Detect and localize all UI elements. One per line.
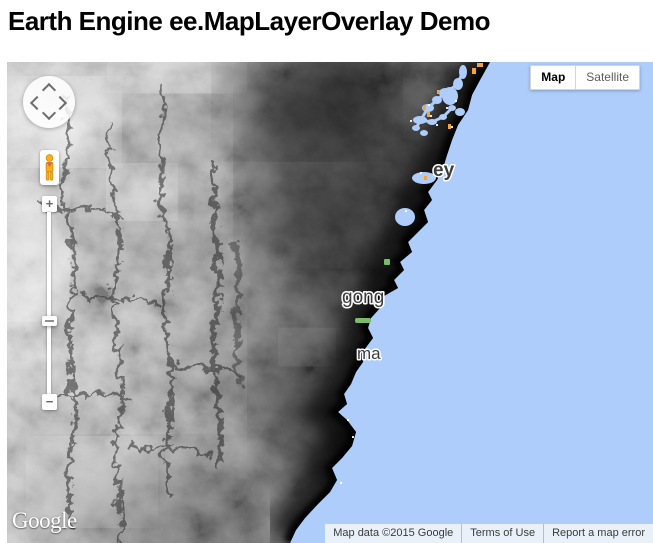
map-type-map-button[interactable]: Map xyxy=(530,65,576,90)
terms-of-use-link[interactable]: Terms of Use xyxy=(461,524,543,543)
pan-control xyxy=(23,76,75,128)
report-map-error-link[interactable]: Report a map error xyxy=(543,524,653,543)
pegman-icon xyxy=(43,154,56,181)
chevron-left-icon xyxy=(30,96,44,110)
attribution-bar: Map data ©2015 Google Terms of Use Repor… xyxy=(325,524,653,543)
page: Earth Engine ee.MapLayerOverlay Demo xyxy=(0,0,653,543)
map-label-sydney: ey xyxy=(433,160,455,181)
pan-left-button[interactable] xyxy=(28,94,44,110)
map-type-control: Map Satellite xyxy=(530,65,640,90)
zoom-thumb-grip-icon xyxy=(45,320,54,322)
map-data-copyright: Map data ©2015 Google xyxy=(325,524,461,543)
chevron-right-icon xyxy=(53,96,67,110)
zoom-slider-thumb[interactable] xyxy=(42,316,57,326)
zoom-in-button[interactable]: + xyxy=(42,196,57,212)
google-logo[interactable]: Google xyxy=(12,508,77,534)
zoom-out-button[interactable]: − xyxy=(42,394,57,410)
pan-right-button[interactable] xyxy=(54,94,70,110)
map-label-wollongong: gong xyxy=(342,287,384,308)
map-canvas[interactable]: ey gong ma + − xyxy=(7,62,653,543)
zoom-slider-track[interactable] xyxy=(47,212,51,394)
map-tiles: ey gong ma xyxy=(7,62,653,543)
street-view-pegman-button[interactable] xyxy=(40,150,59,185)
map-label-kiama: ma xyxy=(357,344,381,363)
map-type-satellite-button[interactable]: Satellite xyxy=(576,65,640,90)
page-title: Earth Engine ee.MapLayerOverlay Demo xyxy=(8,6,490,37)
